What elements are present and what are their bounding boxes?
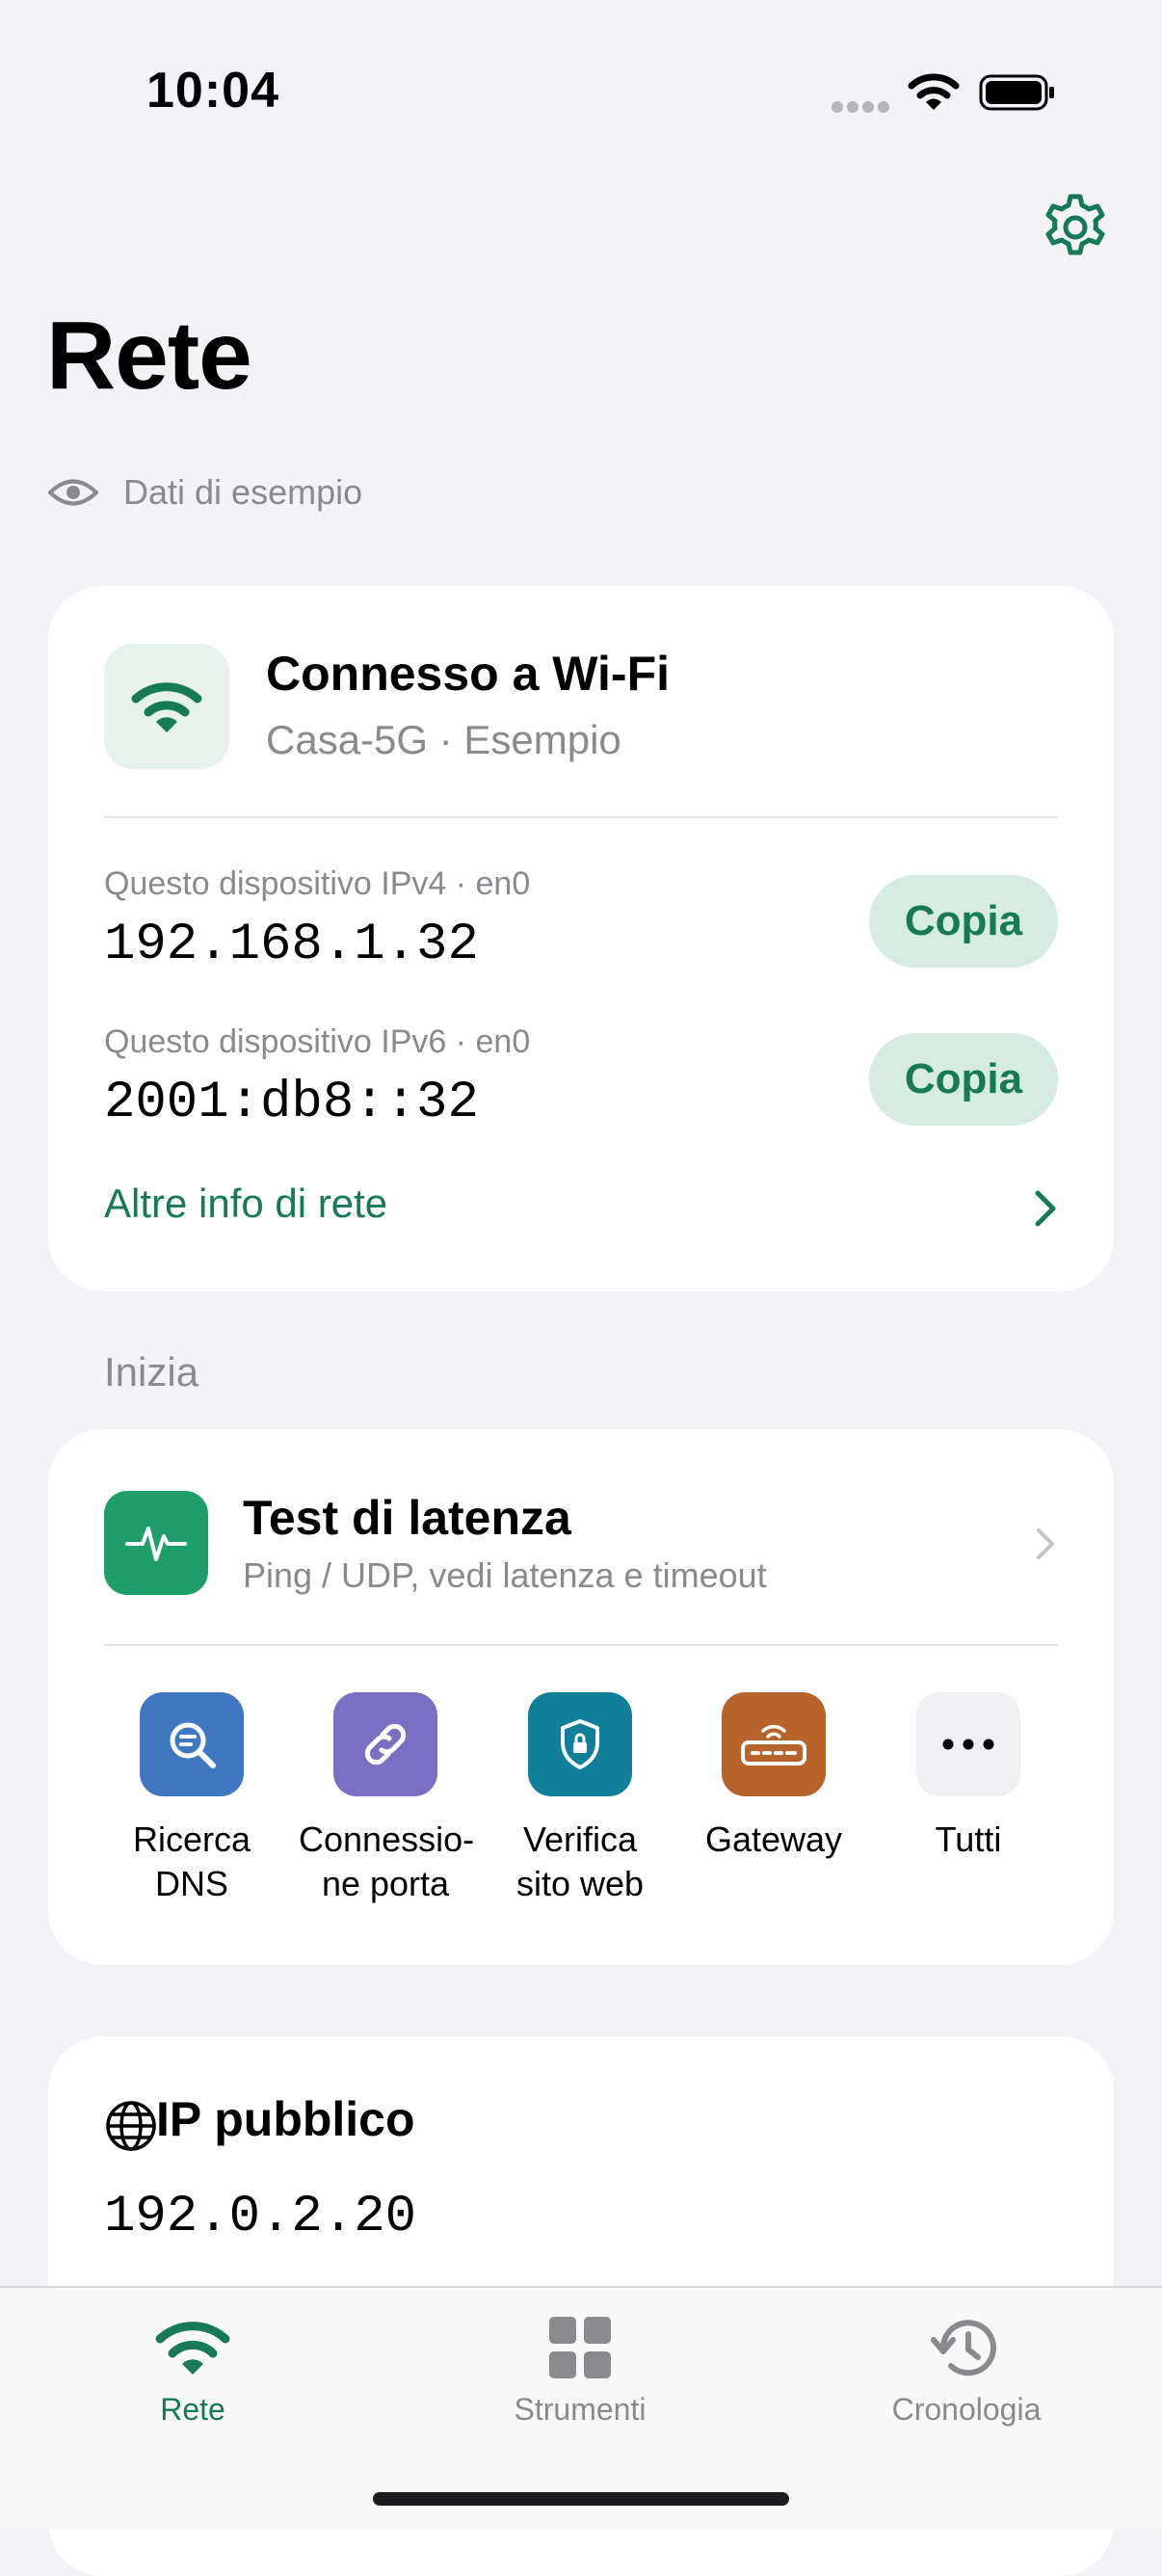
- tool-label-line2: DNS: [154, 1864, 228, 1903]
- status-time: 10:04: [146, 63, 279, 119]
- wifi-connection-icon: [104, 644, 229, 769]
- divider: [104, 816, 1058, 818]
- tab-network[interactable]: Rete: [48, 2288, 337, 2428]
- tab-label: Cronologia: [891, 2392, 1042, 2427]
- globe-icon: [106, 2101, 156, 2151]
- divider: [104, 1644, 1058, 1646]
- grid-icon: [537, 2309, 623, 2386]
- ipv4-value: 192.168.1.32: [104, 916, 479, 974]
- router-icon: [722, 1692, 826, 1796]
- settings-gear-icon[interactable]: [1041, 193, 1110, 262]
- tab-label: Rete: [160, 2392, 225, 2427]
- wifi-status-icon: [908, 73, 960, 110]
- tool-port-connection[interactable]: Connessio-ne porta: [299, 1692, 475, 1906]
- ipv4-label: Questo dispositivo IPv4 · en0: [104, 865, 531, 902]
- ipv6-value: 2001:db8::32: [104, 1074, 479, 1132]
- chevron-right-icon: [1037, 1528, 1054, 1559]
- more-network-info-link[interactable]: Altre info di rete: [104, 1181, 387, 1227]
- magnifier-icon: [140, 1692, 244, 1796]
- copy-ipv6-button[interactable]: Copia: [869, 1033, 1058, 1126]
- public-ip-value: 192.0.2.20: [104, 2188, 417, 2246]
- tool-dns-lookup[interactable]: Ricerca DNS: [105, 1692, 278, 1906]
- shield-lock-icon: [528, 1692, 632, 1796]
- section-label-start: Inizia: [104, 1349, 199, 1394]
- ipv6-label: Questo dispositivo IPv6 · en0: [104, 1023, 531, 1060]
- link-icon: [333, 1692, 437, 1796]
- tab-tools[interactable]: Strumenti: [436, 2288, 725, 2428]
- tool-label-line1: Ricerca: [132, 1819, 251, 1859]
- tool-all[interactable]: Tutti: [882, 1692, 1055, 1862]
- sample-data-label: Dati di esempio: [123, 472, 363, 512]
- public-ip-title: IP pubblico: [156, 2092, 415, 2146]
- chevron-right-icon[interactable]: [1033, 1189, 1058, 1228]
- history-clock-icon: [923, 2309, 1010, 2386]
- tool-label-line2: sito web: [515, 1864, 645, 1903]
- tab-history[interactable]: Cronologia: [822, 2288, 1111, 2428]
- cellular-signal-icon: [832, 101, 889, 113]
- home-indicator: [373, 2492, 789, 2506]
- tool-gateway[interactable]: Gateway: [687, 1692, 860, 1862]
- tool-label-line2: ne porta: [321, 1864, 450, 1903]
- eye-icon: [48, 479, 98, 506]
- tool-label-line1: Tutti: [935, 1819, 1002, 1859]
- latency-test-subtitle: Ping / UDP, vedi latenza e timeout: [243, 1555, 767, 1595]
- battery-icon: [979, 74, 1054, 111]
- page-title: Rete: [46, 302, 252, 410]
- connection-title: Connesso a Wi-Fi: [266, 647, 671, 701]
- copy-ipv4-button[interactable]: Copia: [869, 875, 1058, 968]
- tool-label-line1: Gateway: [704, 1819, 843, 1859]
- sample-data-indicator: Dati di esempio: [48, 472, 362, 513]
- latency-test-title: Test di latenza: [243, 1491, 571, 1545]
- wifi-tab-icon: [149, 2309, 236, 2386]
- ellipsis-icon: [916, 1692, 1020, 1796]
- connection-subtitle: Casa-5G · Esempio: [266, 717, 621, 762]
- tool-website-check[interactable]: Verifica sito web: [493, 1692, 667, 1906]
- tool-label-line1: Verifica: [522, 1819, 638, 1859]
- tab-label: Strumenti: [514, 2392, 647, 2427]
- tool-label-line1: Connessio-: [299, 1819, 475, 1859]
- pulse-icon: [104, 1491, 208, 1595]
